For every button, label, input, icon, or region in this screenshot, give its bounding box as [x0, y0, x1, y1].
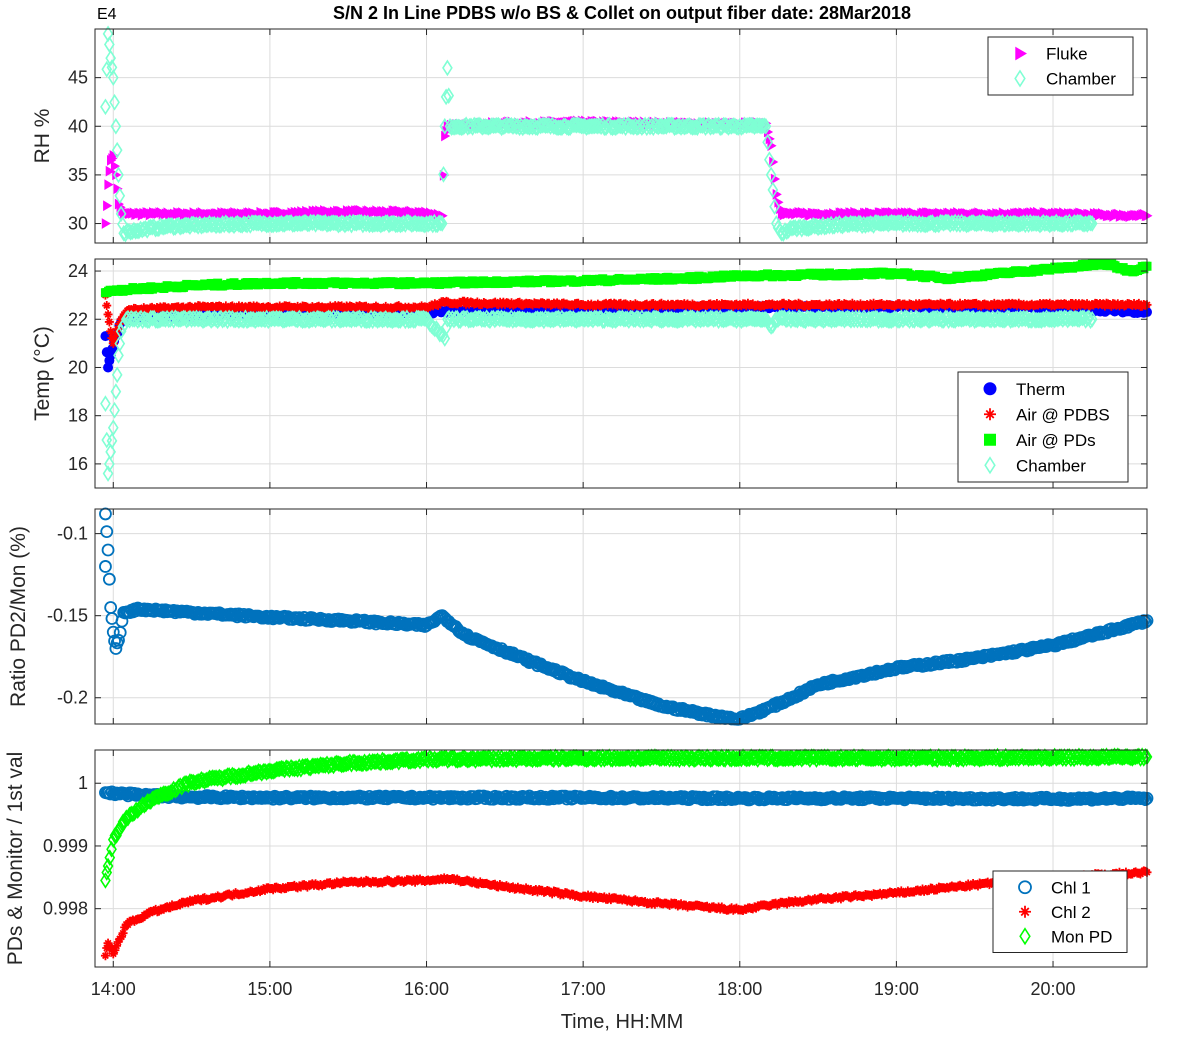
legend-marker — [984, 433, 996, 446]
legend-label: Fluke — [1046, 45, 1088, 64]
data-point — [1140, 261, 1150, 271]
legend-marker — [983, 382, 997, 396]
pds-monitor-panel: 0.9980.9991PDs & Monitor / 1st val Chl 1C… — [4, 747, 1154, 968]
legend-label: Chamber — [1016, 456, 1086, 475]
y-tick-label: 45 — [68, 68, 88, 88]
plot-area — [95, 750, 1147, 967]
y-tick-label: 40 — [68, 116, 88, 136]
data-point — [104, 355, 115, 366]
y-axis-label: Ratio PD2/Mon (%) — [7, 526, 30, 707]
y-tick-label: 35 — [68, 165, 88, 185]
figure: S/N 2 In Line PDBS w/o BS & Collet on ou… — [0, 0, 1200, 1050]
legend-label: Air @ PDBS — [1016, 405, 1110, 424]
legend: Fluke Chamber — [987, 36, 1134, 96]
figure-title: S/N 2 In Line PDBS w/o BS & Collet on ou… — [333, 3, 911, 23]
legend-label: Chamber — [1046, 70, 1116, 89]
y-tick-label: 22 — [68, 309, 88, 329]
temp-panel: 16 18 20 22 24 Temp (°C) Therm Air @ PDBS Air @ … — [31, 258, 1152, 489]
rh-panel: 30 35 40 45 RH % Fluke Chamber — [31, 25, 1153, 244]
y-tick-label: 16 — [68, 454, 88, 474]
ratio-panel: -0.1 -0.15 -0.2 Ratio PD2/Mon (%) — [7, 507, 1154, 726]
y-tick-label: 24 — [68, 261, 88, 281]
y-tick-label: -0.15 — [47, 606, 88, 626]
x-exponent-label: E4 — [97, 6, 117, 23]
legend-label: Air @ PDs — [1016, 431, 1096, 450]
y-axis-label: Temp (°C) — [31, 326, 54, 421]
y-axis-label: RH % — [31, 109, 54, 164]
y-tick-label: 18 — [68, 406, 88, 426]
y-tick-label: 30 — [68, 214, 88, 234]
y-tick-label: 20 — [68, 357, 88, 377]
y-tick-label: -0.1 — [57, 524, 88, 544]
legend: Therm Air @ PDBS Air @ PDs Chamber — [957, 371, 1129, 483]
y-tick-label: -0.2 — [57, 688, 88, 708]
legend-label: Therm — [1016, 380, 1065, 399]
